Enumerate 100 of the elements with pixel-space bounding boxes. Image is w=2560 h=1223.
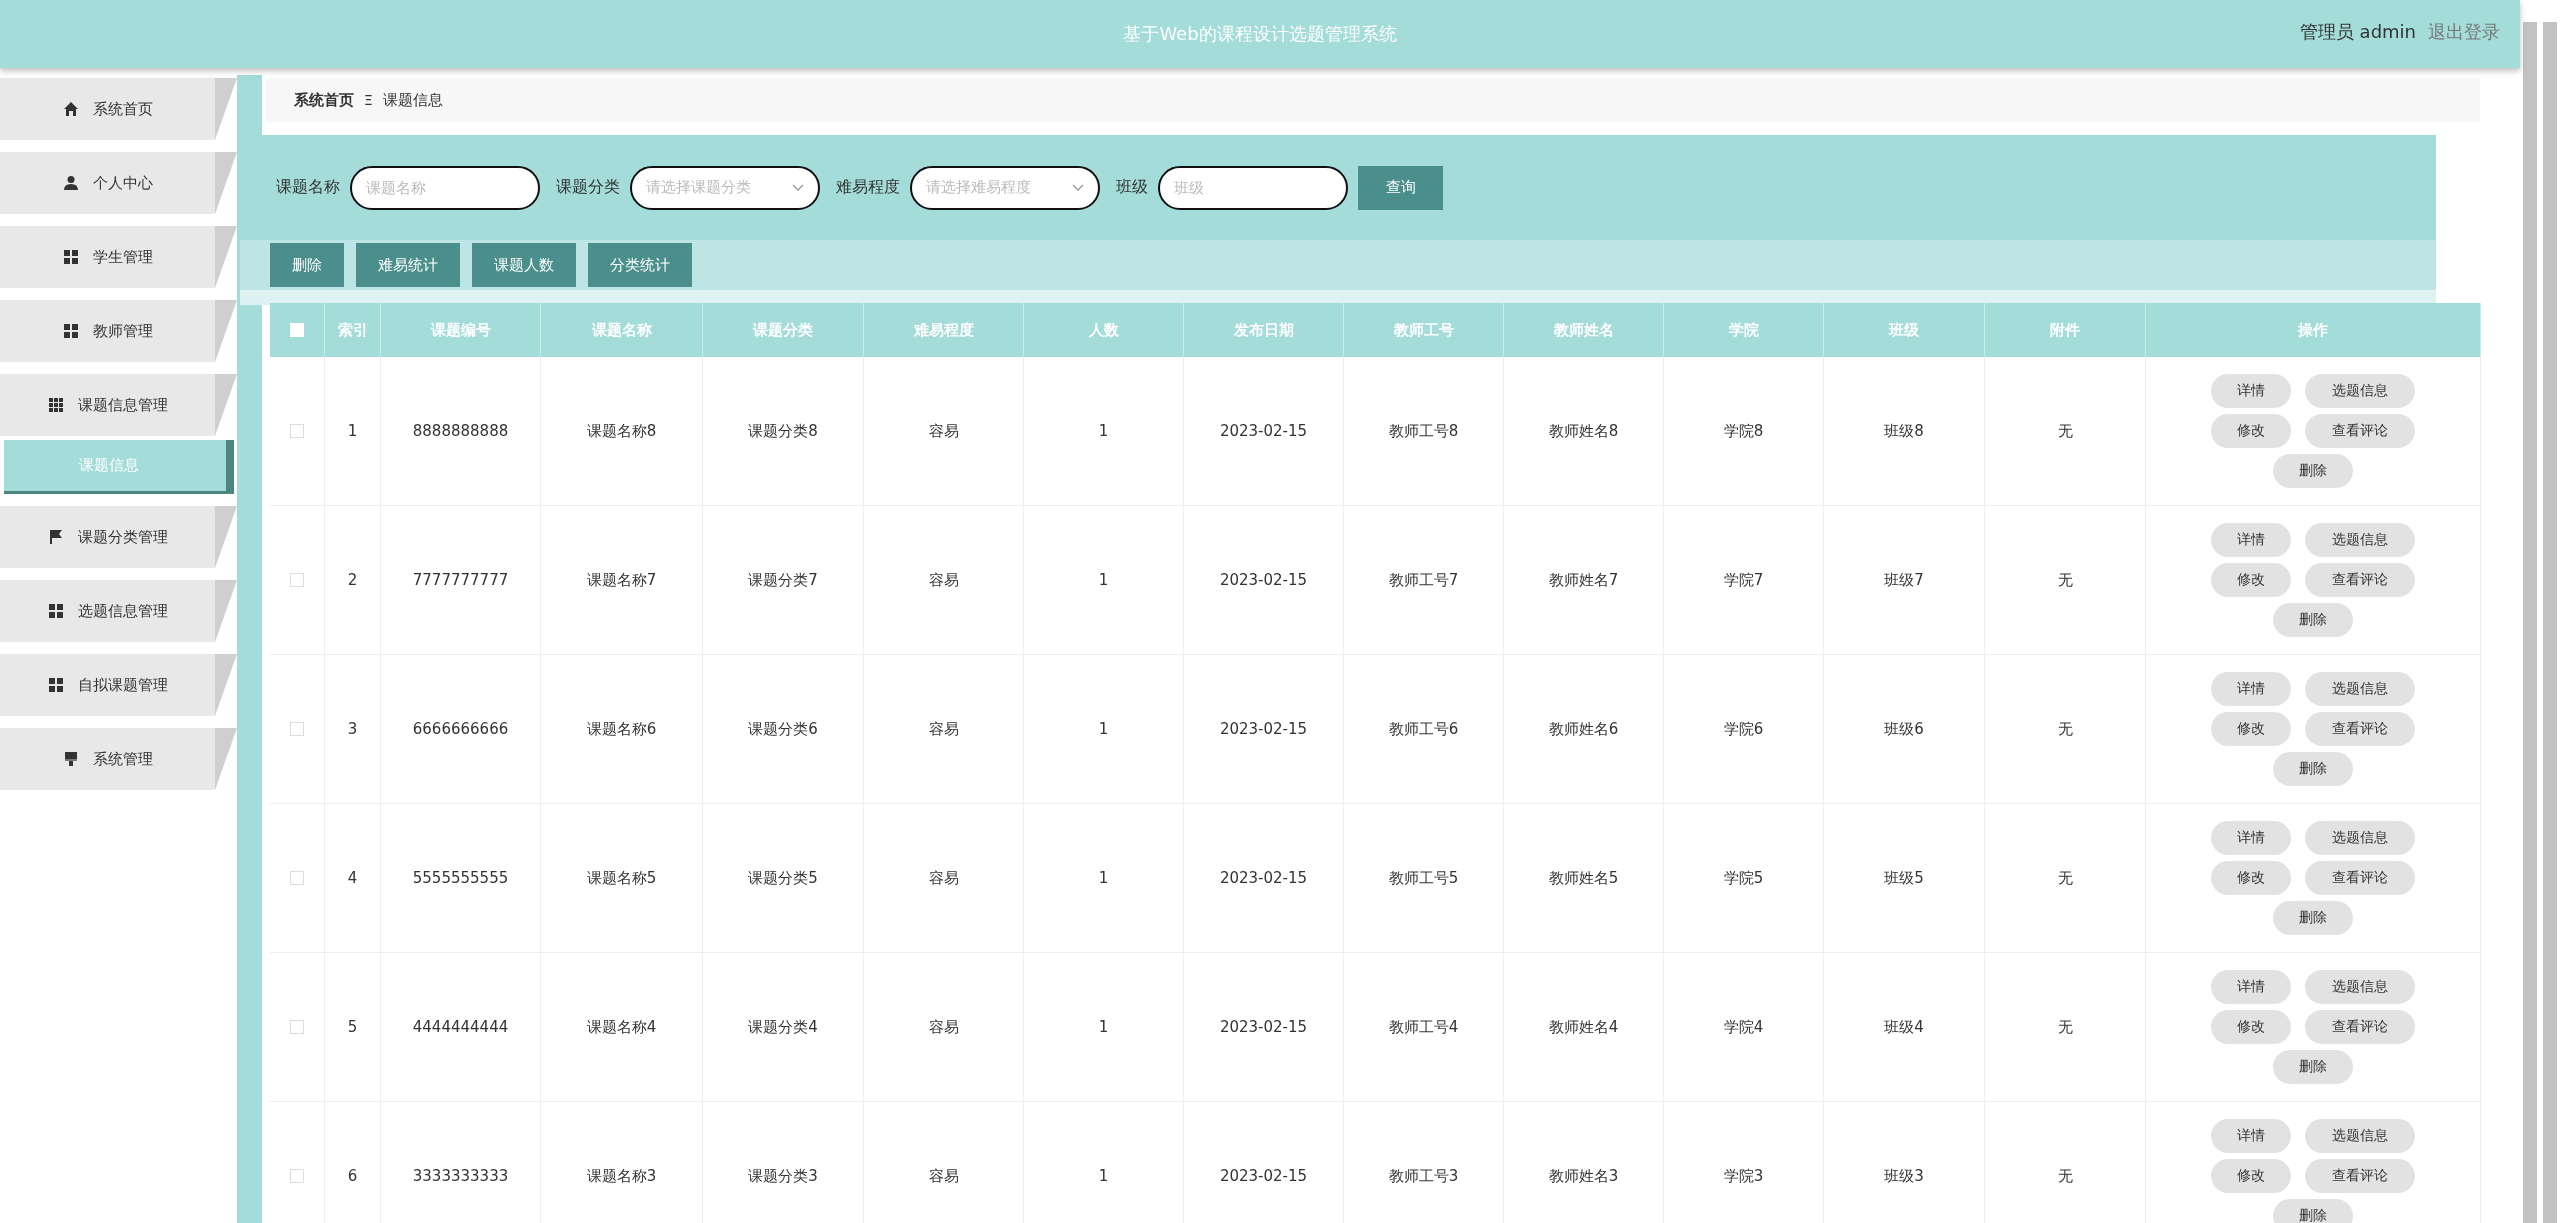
row-checkbox[interactable] xyxy=(290,573,304,587)
field-label: 难易程度 xyxy=(836,177,900,198)
row-action-button[interactable]: 删除 xyxy=(2273,1050,2353,1084)
table-cell: 2023-02-15 xyxy=(1219,571,1308,589)
table-cell: 1 xyxy=(1098,1167,1109,1185)
row-action-button[interactable]: 查看评论 xyxy=(2305,1159,2415,1193)
select-all-checkbox[interactable] xyxy=(290,323,304,337)
table-cell: 班级5 xyxy=(1884,868,1924,888)
table-cell: 容易 xyxy=(928,1017,959,1037)
action-button[interactable]: 分类统计 xyxy=(588,243,692,287)
action-button[interactable]: 难易统计 xyxy=(356,243,460,287)
action-button[interactable]: 删除 xyxy=(270,243,344,287)
row-action-button[interactable]: 详情 xyxy=(2211,672,2291,706)
table-cell: 班级8 xyxy=(1884,421,1924,441)
row-action-button[interactable]: 选题信息 xyxy=(2305,672,2415,706)
table-cell: 教师姓名4 xyxy=(1548,1017,1619,1037)
row-action-button[interactable]: 查看评论 xyxy=(2305,861,2415,895)
input-field[interactable]: 班级 xyxy=(1158,165,1348,210)
table-cell: 3333333333 xyxy=(412,1167,509,1185)
table-cell: 教师姓名6 xyxy=(1548,719,1619,739)
table-cell: 容易 xyxy=(928,570,959,590)
row-action-button[interactable]: 详情 xyxy=(2211,374,2291,408)
action-button[interactable]: 课题人数 xyxy=(472,243,576,287)
row-action-button[interactable]: 选题信息 xyxy=(2305,523,2415,557)
table-cell: 课题分类6 xyxy=(748,719,818,739)
table-cell: 课题名称6 xyxy=(586,719,657,739)
separator-icon: Ξ xyxy=(364,92,373,108)
grid-icon xyxy=(62,323,79,339)
input-field[interactable]: 课题名称 xyxy=(350,165,540,210)
table-cell: 课题名称4 xyxy=(586,1017,657,1037)
row-action-button[interactable]: 删除 xyxy=(2273,603,2353,637)
table-cell: 班级7 xyxy=(1884,570,1924,590)
table-cell: 无 xyxy=(2057,719,2073,739)
table-cell: 课题名称7 xyxy=(586,570,657,590)
table-cell: 学院4 xyxy=(1723,1017,1764,1037)
table-cell: 2023-02-15 xyxy=(1219,720,1308,738)
table-cell: 班级4 xyxy=(1884,1017,1924,1037)
table-cell: 教师工号7 xyxy=(1388,570,1459,590)
table-cell: 无 xyxy=(2057,1017,2073,1037)
breadcrumb-link[interactable]: 课题信息 xyxy=(382,90,443,110)
row-checkbox[interactable] xyxy=(290,424,304,438)
table-cell: 教师姓名5 xyxy=(1548,868,1619,888)
table-cell: 2023-02-15 xyxy=(1219,1018,1308,1036)
row-action-button[interactable]: 详情 xyxy=(2211,523,2291,557)
row-action-button[interactable]: 修改 xyxy=(2211,861,2291,895)
table-cell: 课题名称8 xyxy=(586,421,657,441)
table-cell: 1 xyxy=(1098,869,1109,887)
flag-icon xyxy=(47,529,64,545)
column-header: 教师姓名 xyxy=(1553,320,1614,340)
table-cell: 教师姓名3 xyxy=(1548,1166,1619,1186)
table-cell: 教师姓名8 xyxy=(1548,421,1619,441)
column-header: 学院 xyxy=(1728,320,1759,340)
row-action-button[interactable]: 修改 xyxy=(2211,563,2291,597)
row-checkbox[interactable] xyxy=(290,1169,304,1183)
table-cell: 1 xyxy=(1098,422,1109,440)
grid-icon xyxy=(62,249,79,265)
row-action-button[interactable]: 查看评论 xyxy=(2305,1010,2415,1044)
table-cell: 课题分类4 xyxy=(748,1017,818,1037)
row-action-button[interactable]: 删除 xyxy=(2273,454,2353,488)
table-cell: 5 xyxy=(347,1018,358,1036)
row-action-button[interactable]: 选题信息 xyxy=(2305,374,2415,408)
table-cell: 教师工号8 xyxy=(1388,421,1459,441)
table-cell: 2023-02-15 xyxy=(1219,1167,1308,1185)
row-checkbox[interactable] xyxy=(290,1020,304,1034)
breadcrumb-link[interactable]: 系统首页 xyxy=(294,90,354,110)
row-action-button[interactable]: 删除 xyxy=(2273,1199,2353,1223)
row-action-button[interactable]: 修改 xyxy=(2211,414,2291,448)
row-action-button[interactable]: 详情 xyxy=(2211,970,2291,1004)
row-action-button[interactable]: 查看评论 xyxy=(2305,712,2415,746)
row-checkbox[interactable] xyxy=(290,722,304,736)
row-action-button[interactable]: 详情 xyxy=(2211,821,2291,855)
column-header: 人数 xyxy=(1088,320,1119,340)
column-header: 索引 xyxy=(337,320,368,340)
row-action-button[interactable]: 删除 xyxy=(2273,752,2353,786)
search-button[interactable]: 查询 xyxy=(1358,165,1443,210)
column-header: 课题名称 xyxy=(591,320,652,340)
row-action-button[interactable]: 查看评论 xyxy=(2305,563,2415,597)
table-cell: 课题分类7 xyxy=(748,570,818,590)
table-cell: 2023-02-15 xyxy=(1219,422,1308,440)
row-action-button[interactable]: 选题信息 xyxy=(2305,1119,2415,1153)
table-cell: 教师工号6 xyxy=(1388,719,1459,739)
row-action-button[interactable]: 修改 xyxy=(2211,712,2291,746)
row-action-button[interactable]: 详情 xyxy=(2211,1119,2291,1153)
row-action-button[interactable]: 修改 xyxy=(2211,1159,2291,1193)
table-cell: 4444444444 xyxy=(412,1018,509,1036)
table-cell: 学院5 xyxy=(1723,868,1764,888)
row-action-button[interactable]: 删除 xyxy=(2273,901,2353,935)
table-cell: 课题分类5 xyxy=(748,868,818,888)
grid-icon xyxy=(47,677,64,693)
table-cell: 容易 xyxy=(928,868,959,888)
column-header: 课题分类 xyxy=(753,320,813,340)
table-cell: 学院6 xyxy=(1723,719,1764,739)
table-cell: 教师姓名7 xyxy=(1548,570,1619,590)
row-action-button[interactable]: 查看评论 xyxy=(2305,414,2415,448)
table-cell: 容易 xyxy=(928,421,959,441)
row-action-button[interactable]: 修改 xyxy=(2211,1010,2291,1044)
row-action-button[interactable]: 选题信息 xyxy=(2305,970,2415,1004)
row-action-button[interactable]: 选题信息 xyxy=(2305,821,2415,855)
table-cell: 6 xyxy=(347,1167,358,1185)
row-checkbox[interactable] xyxy=(290,871,304,885)
